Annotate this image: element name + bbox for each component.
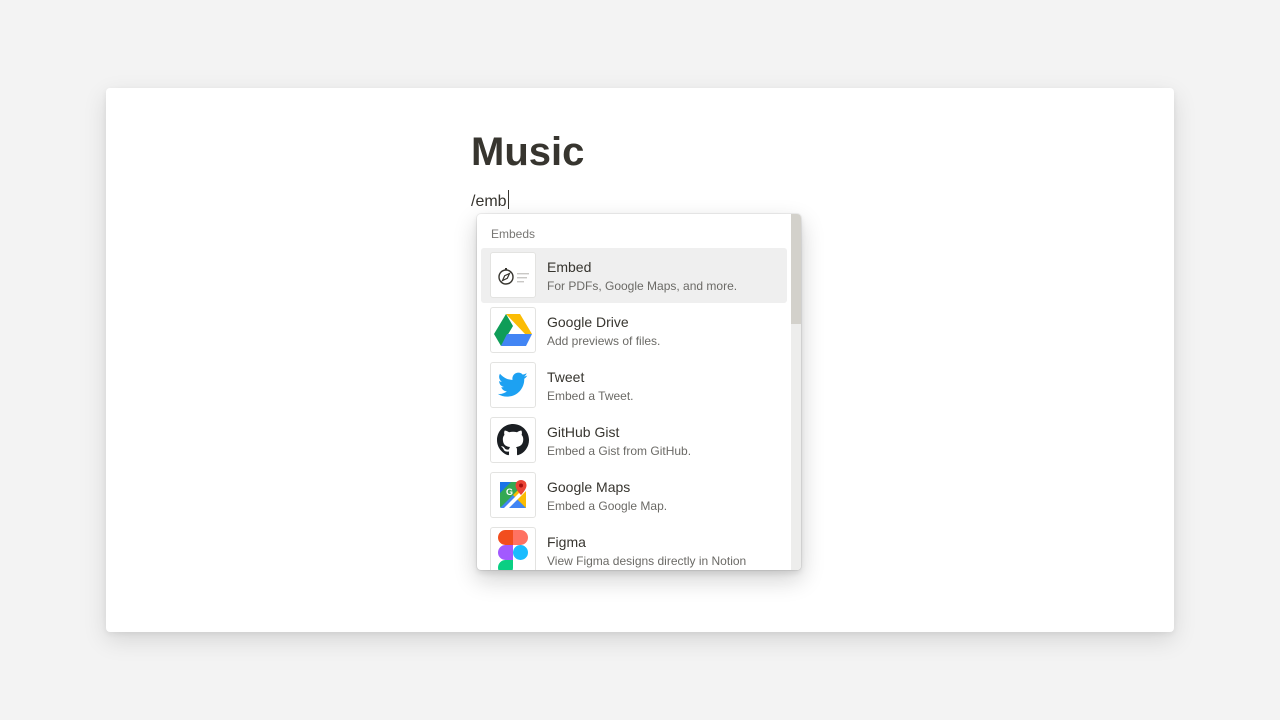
item-description: Embed a Google Map.: [547, 499, 668, 513]
menu-scrollbar-thumb[interactable]: [791, 214, 801, 324]
item-title: GitHub Gist: [547, 424, 620, 440]
twitter-bird-icon: [490, 362, 536, 408]
menu-item-github-gist[interactable]: GitHub Gist Embed a Gist from GitHub.: [481, 413, 787, 468]
menu-item-figma[interactable]: Figma View Figma designs directly in Not…: [481, 523, 787, 570]
item-description: View Figma designs directly in Notion: [547, 554, 747, 568]
menu-item-google-drive[interactable]: Google Drive Add previews of files.: [481, 303, 787, 358]
svg-text:G: G: [506, 487, 513, 497]
menu-scroll-area[interactable]: Embeds Embed For PDFs, Google Maps, and …: [477, 214, 791, 570]
page-title[interactable]: Music: [471, 128, 584, 176]
item-title: Embed: [547, 259, 592, 275]
item-description: Embed a Gist from GitHub.: [547, 444, 692, 458]
github-octocat-icon: [490, 417, 536, 463]
menu-item-embed[interactable]: Embed For PDFs, Google Maps, and more.: [481, 248, 787, 303]
item-title: Google Maps: [547, 479, 631, 495]
google-maps-icon: G: [490, 472, 536, 518]
menu-item-google-maps[interactable]: G Google Maps Embed a Google Map.: [481, 468, 787, 523]
item-description: Embed a Tweet.: [547, 389, 634, 403]
item-description: Add previews of files.: [547, 334, 661, 348]
slash-command-menu: Embeds Embed For PDFs, Google Maps, and …: [477, 214, 801, 570]
menu-item-tweet[interactable]: Tweet Embed a Tweet.: [481, 358, 787, 413]
slash-command-text[interactable]: /emb: [471, 193, 507, 210]
section-header-embeds: Embeds: [491, 227, 536, 241]
item-title: Tweet: [547, 369, 585, 385]
google-drive-icon: [490, 307, 536, 353]
item-title: Google Drive: [547, 314, 629, 330]
figma-icon: [490, 527, 536, 570]
item-description: For PDFs, Google Maps, and more.: [547, 279, 738, 293]
menu-scrollbar[interactable]: [791, 214, 801, 570]
embed-compass-icon: [490, 252, 536, 298]
item-title: Figma: [547, 534, 586, 550]
text-caret: [507, 190, 509, 209]
editor-text-line[interactable]: /emb: [471, 190, 509, 212]
